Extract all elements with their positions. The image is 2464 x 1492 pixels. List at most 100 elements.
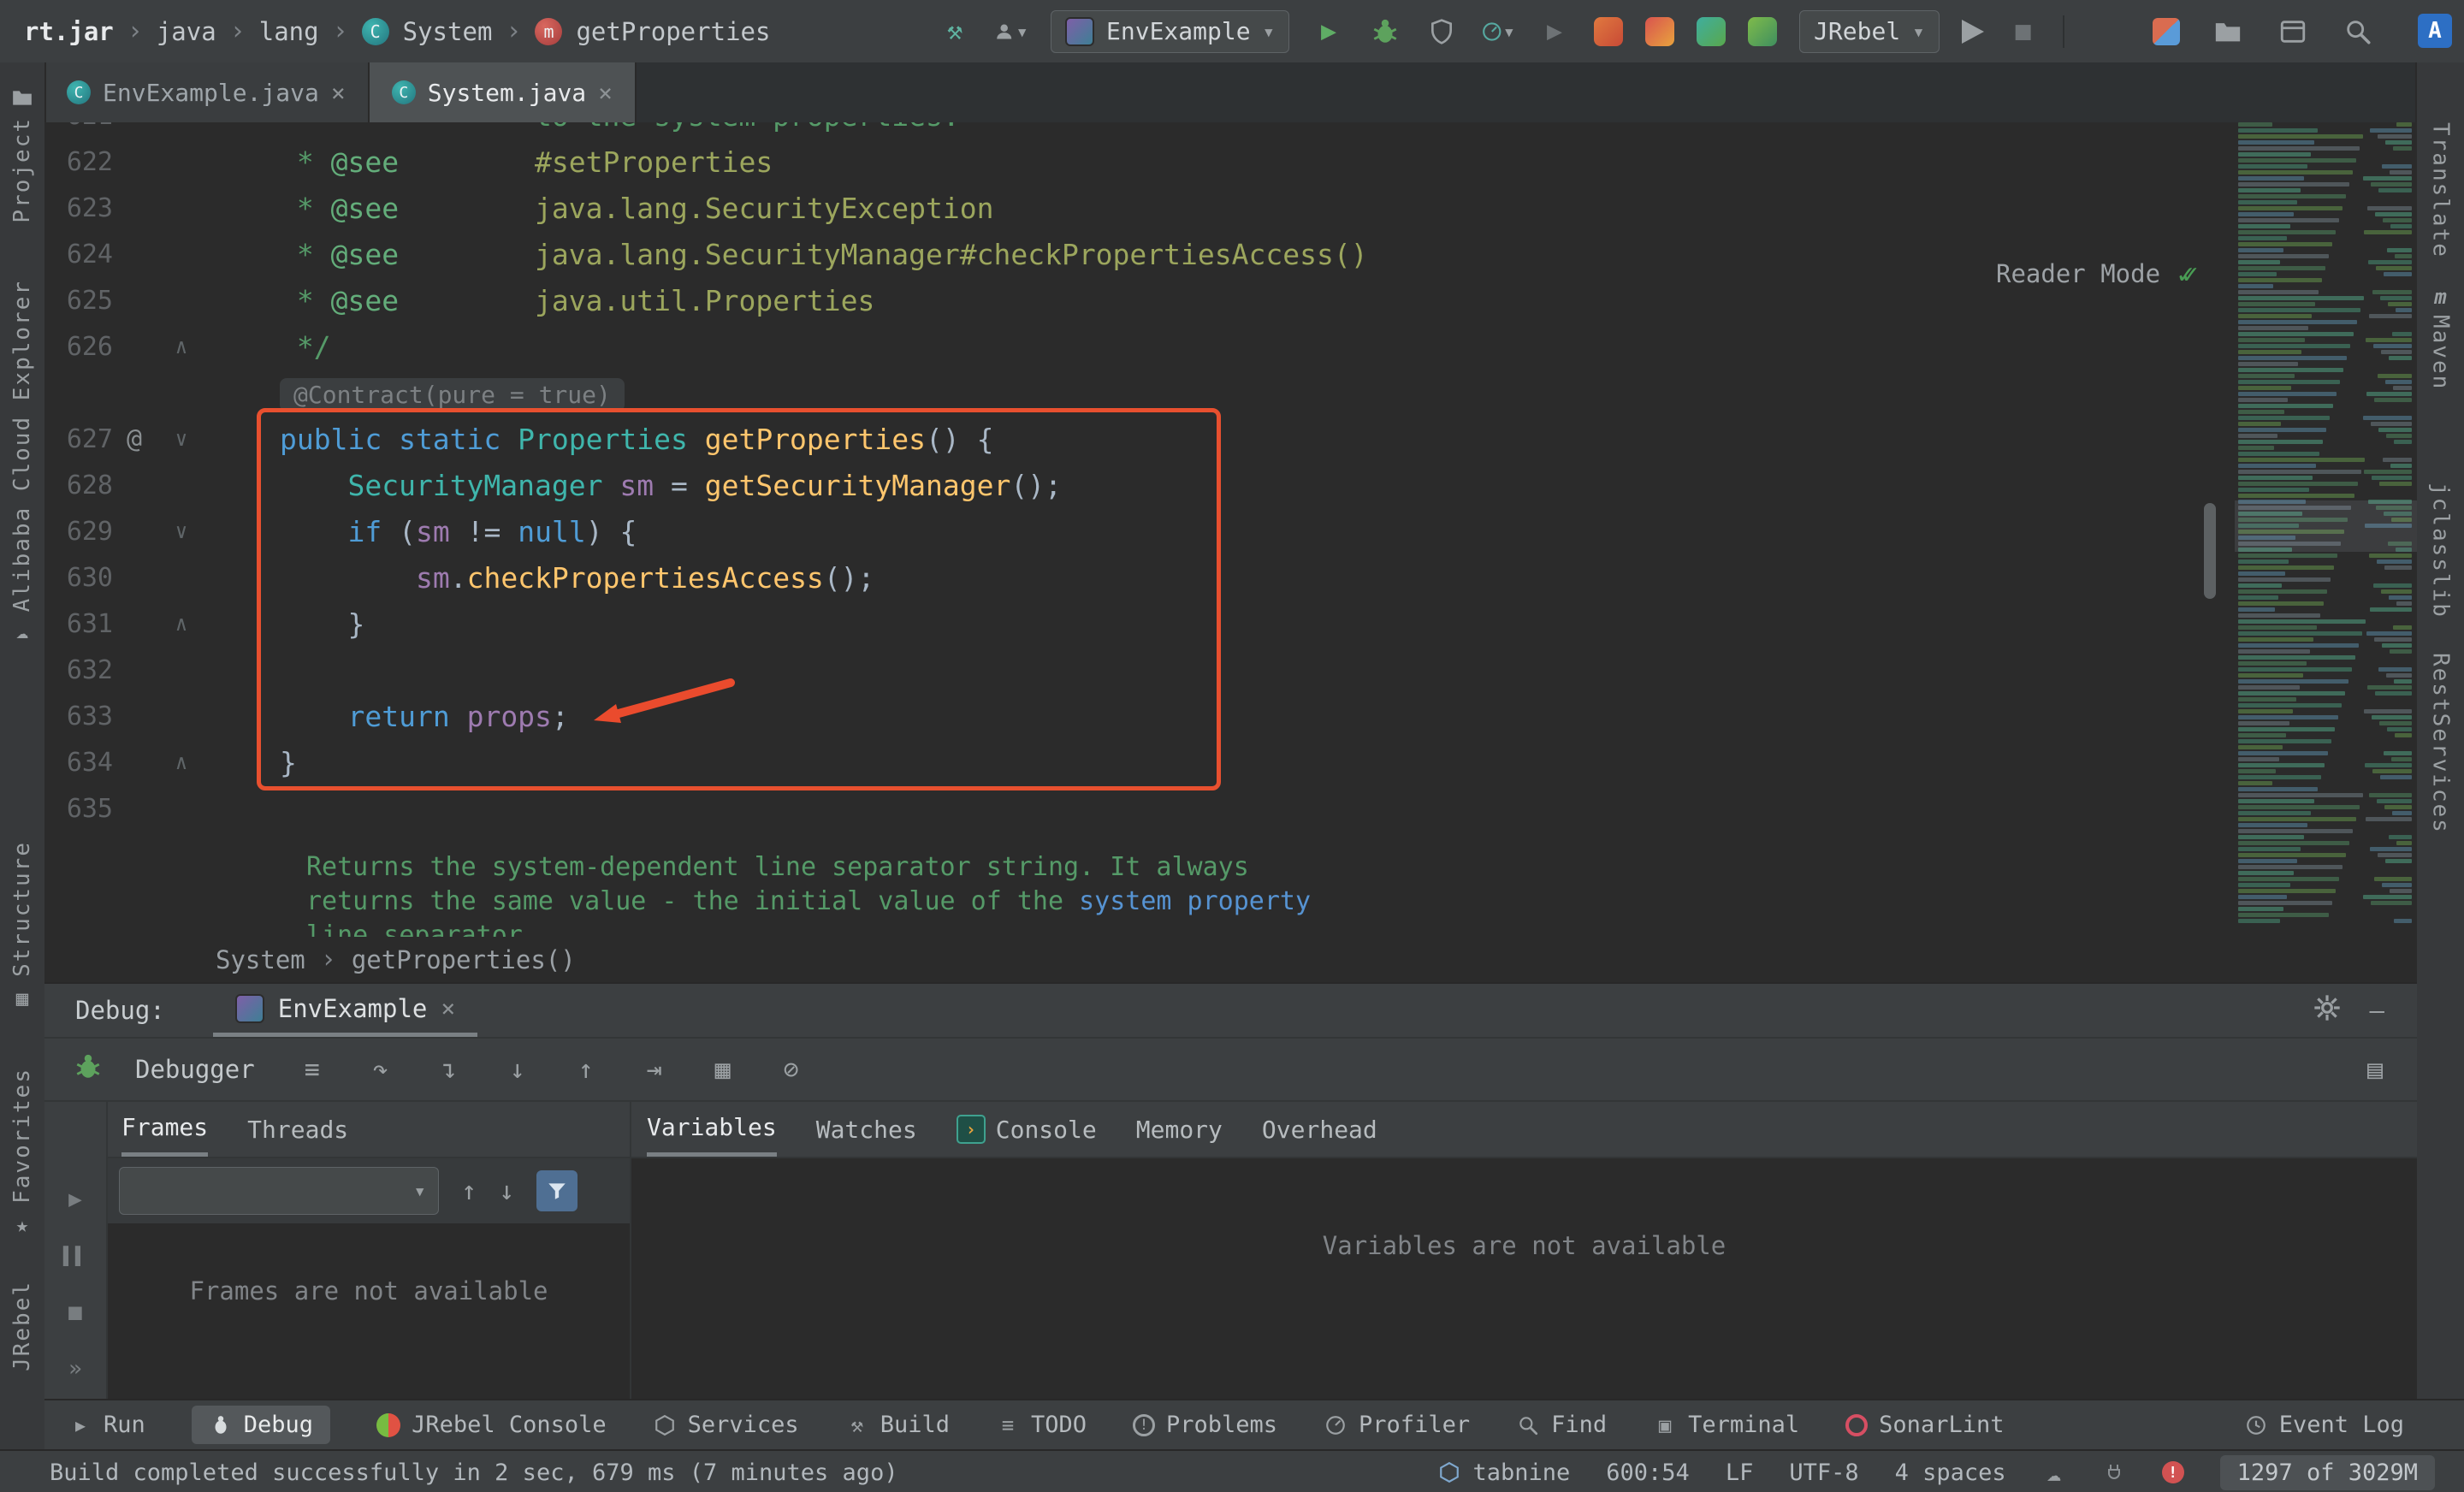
- view-breakpoints-icon[interactable]: ▦: [705, 1055, 741, 1085]
- close-icon[interactable]: ×: [441, 994, 455, 1022]
- run-to-cursor-icon[interactable]: ⇥: [637, 1055, 672, 1085]
- tab-system-java[interactable]: C System.java ×: [370, 62, 637, 122]
- memory-indicator[interactable]: 1297 of 3029M: [2220, 1455, 2435, 1490]
- minimap-viewport-indicator[interactable]: [2235, 500, 2417, 552]
- toolwindow-terminal[interactable]: ▣ Terminal: [1653, 1412, 1799, 1438]
- breadcrumb-rtjar[interactable]: rt.jar: [24, 17, 114, 46]
- code-editor[interactable]: 621 * to the system properties.622 * @se…: [44, 122, 2417, 937]
- connection-icon[interactable]: [2102, 1460, 2126, 1484]
- layout-settings-icon[interactable]: ▤: [2367, 1055, 2417, 1085]
- show-execution-point-icon[interactable]: ↷: [363, 1055, 399, 1085]
- folder-icon[interactable]: [2211, 15, 2245, 49]
- window-icon[interactable]: [2276, 15, 2310, 49]
- run-button[interactable]: ▶: [1312, 15, 1346, 49]
- sidebar-item-restservices[interactable]: RestServices: [2428, 653, 2454, 834]
- cloud-icon[interactable]: ☁: [2042, 1460, 2066, 1484]
- toolwindow-jrebel-console[interactable]: JRebel Console: [376, 1412, 607, 1438]
- frame-up-icon[interactable]: ↑: [461, 1176, 477, 1206]
- tab-envexample-java[interactable]: C EnvExample.java ×: [44, 62, 370, 122]
- structure-icon[interactable]: ▦: [9, 986, 35, 1011]
- step-over-icon[interactable]: ↴: [431, 1055, 467, 1085]
- code-line[interactable]: 623 * @see java.lang.SecurityException: [44, 185, 2220, 231]
- step-out-icon[interactable]: ↑: [568, 1055, 604, 1085]
- line-ending-indicator[interactable]: LF: [1726, 1459, 1754, 1486]
- sidebar-item-jclasslib[interactable]: jclasslib: [2428, 483, 2454, 619]
- caret-position[interactable]: 600:54: [1606, 1459, 1690, 1486]
- toolwindow-event-log[interactable]: Event Log: [2244, 1412, 2404, 1438]
- sidebar-item-favorites[interactable]: Favorites: [9, 1068, 35, 1204]
- toolwindow-build[interactable]: ⚒ Build: [845, 1412, 950, 1438]
- toolwindow-profiler[interactable]: Profiler: [1324, 1412, 1470, 1438]
- tabnine-widget[interactable]: tabnine: [1437, 1459, 1570, 1486]
- sidebar-item-project[interactable]: Project: [9, 117, 35, 223]
- run-config-select[interactable]: EnvExample ▾: [1051, 10, 1289, 53]
- close-icon[interactable]: ×: [331, 79, 346, 107]
- toolwindow-todo[interactable]: ≡ TODO: [996, 1412, 1087, 1438]
- jrebel-select[interactable]: JRebel ▾: [1799, 10, 1940, 53]
- profiler-button[interactable]: ▾: [1481, 15, 1515, 49]
- toolwindow-problems[interactable]: ! Problems: [1133, 1412, 1277, 1438]
- debug-button[interactable]: [1368, 15, 1402, 49]
- user-icon[interactable]: ▾: [994, 15, 1028, 49]
- cloud-icon[interactable]: ☁: [9, 619, 35, 644]
- encoding-indicator[interactable]: UTF-8: [1789, 1459, 1858, 1486]
- breadcrumb-getproperties[interactable]: getProperties: [576, 17, 770, 46]
- code-line[interactable]: 625 * @see java.util.Properties: [44, 277, 2220, 323]
- breadcrumb-lang[interactable]: lang: [259, 17, 319, 46]
- breadcrumb-java[interactable]: java: [157, 17, 216, 46]
- code-line[interactable]: 626∧ */: [44, 323, 2220, 370]
- code-line[interactable]: 622 * @see #setProperties: [44, 139, 2220, 185]
- clean-icon[interactable]: [1962, 20, 1984, 44]
- status-message[interactable]: Build completed successfully in 2 sec, 6…: [50, 1459, 898, 1486]
- breadcrumb-class[interactable]: System: [216, 945, 305, 974]
- reader-mode-toggle[interactable]: Reader Mode ✓✓: [1996, 258, 2199, 290]
- settings-gear-icon[interactable]: [2313, 994, 2341, 1027]
- tab-variables[interactable]: Variables: [647, 1102, 777, 1157]
- star-icon[interactable]: ★: [9, 1212, 35, 1238]
- code-line[interactable]: 624 * @see java.lang.SecurityManager#che…: [44, 231, 2220, 277]
- project-folder-icon[interactable]: [9, 85, 35, 110]
- tab-memory[interactable]: Memory: [1136, 1102, 1223, 1157]
- coverage-button[interactable]: [1424, 15, 1459, 49]
- jrebel-remote-icon[interactable]: [1697, 17, 1726, 46]
- tab-console[interactable]: › Console: [957, 1102, 1097, 1157]
- search-icon[interactable]: [2341, 15, 2375, 49]
- toolwindow-services[interactable]: Services: [653, 1412, 799, 1438]
- resume-icon[interactable]: ▶: [68, 1184, 82, 1215]
- debug-session-tab[interactable]: EnvExample ×: [213, 984, 477, 1037]
- translate-icon[interactable]: A: [2418, 14, 2452, 48]
- jrebel-sync-icon[interactable]: [1748, 17, 1777, 46]
- hide-icon[interactable]: —: [2370, 996, 2384, 1025]
- close-icon[interactable]: ×: [598, 79, 613, 107]
- toolwindow-find[interactable]: Find: [1516, 1412, 1607, 1438]
- sidebar-item-structure[interactable]: Structure: [9, 841, 35, 977]
- mute-breakpoints-icon[interactable]: ⊘: [773, 1055, 809, 1085]
- code-line[interactable]: 635: [44, 785, 2220, 832]
- xrebel-agent-icon[interactable]: [1645, 17, 1674, 46]
- toolwindow-run[interactable]: ▶ Run: [68, 1412, 145, 1438]
- code-line[interactable]: 621 * to the system properties.: [44, 122, 2220, 139]
- notification-badge[interactable]: !: [2162, 1461, 2184, 1483]
- toolwindow-sonarlint[interactable]: SonarLint: [1845, 1412, 2004, 1438]
- minimap[interactable]: [2235, 122, 2417, 927]
- tab-watches[interactable]: Watches: [816, 1102, 917, 1157]
- indent-indicator[interactable]: 4 spaces: [1895, 1459, 2006, 1486]
- sidebar-item-alibaba-cloud-explorer[interactable]: Alibaba Cloud Explorer: [9, 280, 35, 612]
- jrebel-agent-icon[interactable]: [1594, 17, 1623, 46]
- thread-selector[interactable]: ▾: [119, 1167, 439, 1215]
- frame-down-icon[interactable]: ↓: [499, 1176, 514, 1206]
- sidebar-item-jrebel[interactable]: JRebel: [9, 1281, 35, 1371]
- step-into-icon[interactable]: ↓: [500, 1055, 536, 1085]
- build-hammer-icon[interactable]: ⚒: [938, 15, 972, 49]
- pause-icon[interactable]: ▌▌: [63, 1240, 87, 1271]
- debugger-menu-icon[interactable]: ≡: [294, 1055, 330, 1085]
- tab-overhead[interactable]: Overhead: [1262, 1102, 1377, 1157]
- plugin-icon[interactable]: [2153, 18, 2180, 45]
- breadcrumb-member[interactable]: getProperties(): [352, 945, 576, 974]
- tab-threads[interactable]: Threads: [247, 1102, 348, 1157]
- maven-icon[interactable]: m: [2428, 284, 2454, 310]
- hide-frames-filter-icon[interactable]: [536, 1170, 578, 1211]
- more-icon[interactable]: »: [68, 1353, 82, 1384]
- sidebar-item-translate[interactable]: Translate: [2428, 122, 2454, 258]
- toolwindow-debug[interactable]: Debug: [192, 1406, 330, 1444]
